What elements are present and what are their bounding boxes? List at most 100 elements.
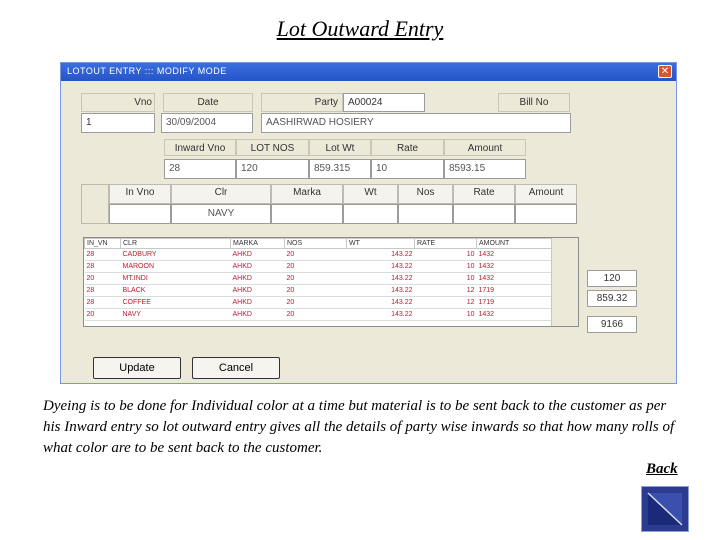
grid-cell: AHKD (230, 284, 285, 297)
entry-amount-label: Amount (515, 184, 577, 204)
grid-cell: 143.22 (346, 248, 415, 261)
grid-cell: 20 (284, 272, 347, 285)
marka-input[interactable] (271, 204, 343, 224)
grid-cell: AHKD (230, 296, 285, 309)
grid-header-cell: MARKA (230, 238, 285, 249)
nos-input[interactable] (398, 204, 453, 224)
lot-nos-label: LOT NOS (236, 139, 309, 156)
slide-title: Lot Outward Entry (276, 16, 444, 41)
grid-header-cell: IN_VN (84, 238, 121, 249)
inward-vno-field[interactable]: 28 (164, 159, 236, 179)
entry-row-spacer (81, 184, 109, 224)
grid-cell: 143.22 (346, 296, 415, 309)
grid-cell: 28 (84, 248, 121, 261)
lot-wt-field[interactable]: 859.315 (309, 159, 371, 179)
grid-cell: 1432 (476, 308, 555, 321)
grid-cell: 143.22 (346, 308, 415, 321)
grid-cell: 1432 (476, 260, 555, 273)
grid-cell: 1432 (476, 272, 555, 285)
grid-header-cell: NOS (284, 238, 347, 249)
in-vno-input[interactable] (109, 204, 171, 224)
button-bar: Update Cancel (61, 355, 676, 383)
back-arrow-icon (647, 492, 683, 526)
grid-cell: BLACK (120, 284, 231, 297)
update-button[interactable]: Update (93, 357, 181, 379)
grid-cell: 10 (414, 308, 477, 321)
grid-cell: AHKD (230, 260, 285, 273)
grid-cell: 1432 (476, 248, 555, 261)
grid-cell: COFFEE (120, 296, 231, 309)
grid-cell: MAROON (120, 260, 231, 273)
close-icon[interactable]: ✕ (658, 65, 672, 78)
table-row[interactable]: 28 BLACK AHKD 20 143.22 12 1719 (84, 284, 555, 297)
table-row[interactable]: 28 COFFEE AHKD 20 143.22 12 1719 (84, 296, 555, 309)
back-nav-button[interactable] (641, 486, 689, 532)
amount-label: Amount (444, 139, 526, 156)
lot-wt-label: Lot Wt (309, 139, 371, 156)
lot-details-grid[interactable]: IN_VN CLR MARKA NOS WT RATE AMOUNT 28 CA… (83, 237, 579, 327)
grid-cell: 10 (414, 248, 477, 261)
grid-cell: 143.22 (346, 284, 415, 297)
rate-input[interactable] (453, 204, 515, 224)
grid-cell: NAVY (120, 308, 231, 321)
grid-header-cell: WT (346, 238, 415, 249)
amount-input[interactable] (515, 204, 577, 224)
grid-header-row: IN_VN CLR MARKA NOS WT RATE AMOUNT (84, 238, 555, 249)
date-label: Date (163, 93, 253, 112)
clr-label: Clr (171, 184, 271, 204)
party-name-field[interactable]: AASHIRWAD HOSIERY (261, 113, 571, 133)
grid-header-cell: CLR (120, 238, 231, 249)
grid-cell: 28 (84, 284, 121, 297)
grid-cell: 12 (414, 296, 477, 309)
wt-label: Wt (343, 184, 398, 204)
wt-input[interactable] (343, 204, 398, 224)
description-text: Dyeing is to be done for Individual colo… (43, 398, 675, 456)
party-label: Party (261, 93, 343, 112)
table-row[interactable]: 28 CADBURY AHKD 20 143.22 10 1432 (84, 248, 555, 261)
grid-cell: 28 (84, 296, 121, 309)
grid-cell: 10 (414, 260, 477, 273)
grid-cell: 143.22 (346, 260, 415, 273)
vno-field[interactable]: 1 (81, 113, 155, 133)
grid-cell: 20 (84, 272, 121, 285)
back-link[interactable]: Back (646, 461, 678, 478)
grid-cell: 20 (284, 308, 347, 321)
bill-no-label: Bill No (498, 93, 570, 112)
lotout-entry-window: LOTOUT ENTRY ::: MODIFY MODE ✕ Vno Date … (60, 62, 677, 384)
grid-scrollbar[interactable] (551, 238, 578, 326)
marka-label: Marka (271, 184, 343, 204)
window-title: LOTOUT ENTRY ::: MODIFY MODE (67, 66, 227, 76)
rate-field[interactable]: 10 (371, 159, 444, 179)
grid-header-cell: RATE (414, 238, 477, 249)
total-nos-field: 120 (587, 270, 637, 287)
inward-vno-label: Inward Vno (164, 139, 236, 156)
grid-cell: AHKD (230, 308, 285, 321)
grid-header-cell: AMOUNT (476, 238, 555, 249)
lot-nos-field[interactable]: 120 (236, 159, 309, 179)
grid-cell: 143.22 (346, 272, 415, 285)
amount-field[interactable]: 8593.15 (444, 159, 526, 179)
clr-input[interactable]: NAVY (171, 204, 271, 224)
grid-cell: 1719 (476, 284, 555, 297)
grid-cell: 28 (84, 260, 121, 273)
grid-cell: 20 (284, 296, 347, 309)
table-row[interactable]: 28 MAROON AHKD 20 143.22 10 1432 (84, 260, 555, 273)
grid-cell: 20 (284, 248, 347, 261)
party-code-field[interactable]: A00024 (343, 93, 425, 112)
grid-cell: 20 (84, 308, 121, 321)
grid-cell: 10 (414, 272, 477, 285)
grid-cell: MT.INDI (120, 272, 231, 285)
table-row[interactable]: 20 MT.INDI AHKD 20 143.22 10 1432 (84, 272, 555, 285)
grid-cell: AHKD (230, 248, 285, 261)
date-field[interactable]: 30/09/2004 (161, 113, 253, 133)
window-titlebar[interactable]: LOTOUT ENTRY ::: MODIFY MODE ✕ (61, 63, 676, 81)
vno-label: Vno (81, 93, 155, 112)
total-amount-field: 9166 (587, 316, 637, 333)
total-wt-field: 859.32 (587, 290, 637, 307)
table-row[interactable]: 20 NAVY AHKD 20 143.22 10 1432 (84, 308, 555, 321)
cancel-button[interactable]: Cancel (192, 357, 280, 379)
grid-cell: 20 (284, 284, 347, 297)
grid-cell: AHKD (230, 272, 285, 285)
grid-cell: 1719 (476, 296, 555, 309)
nos-label: Nos (398, 184, 453, 204)
